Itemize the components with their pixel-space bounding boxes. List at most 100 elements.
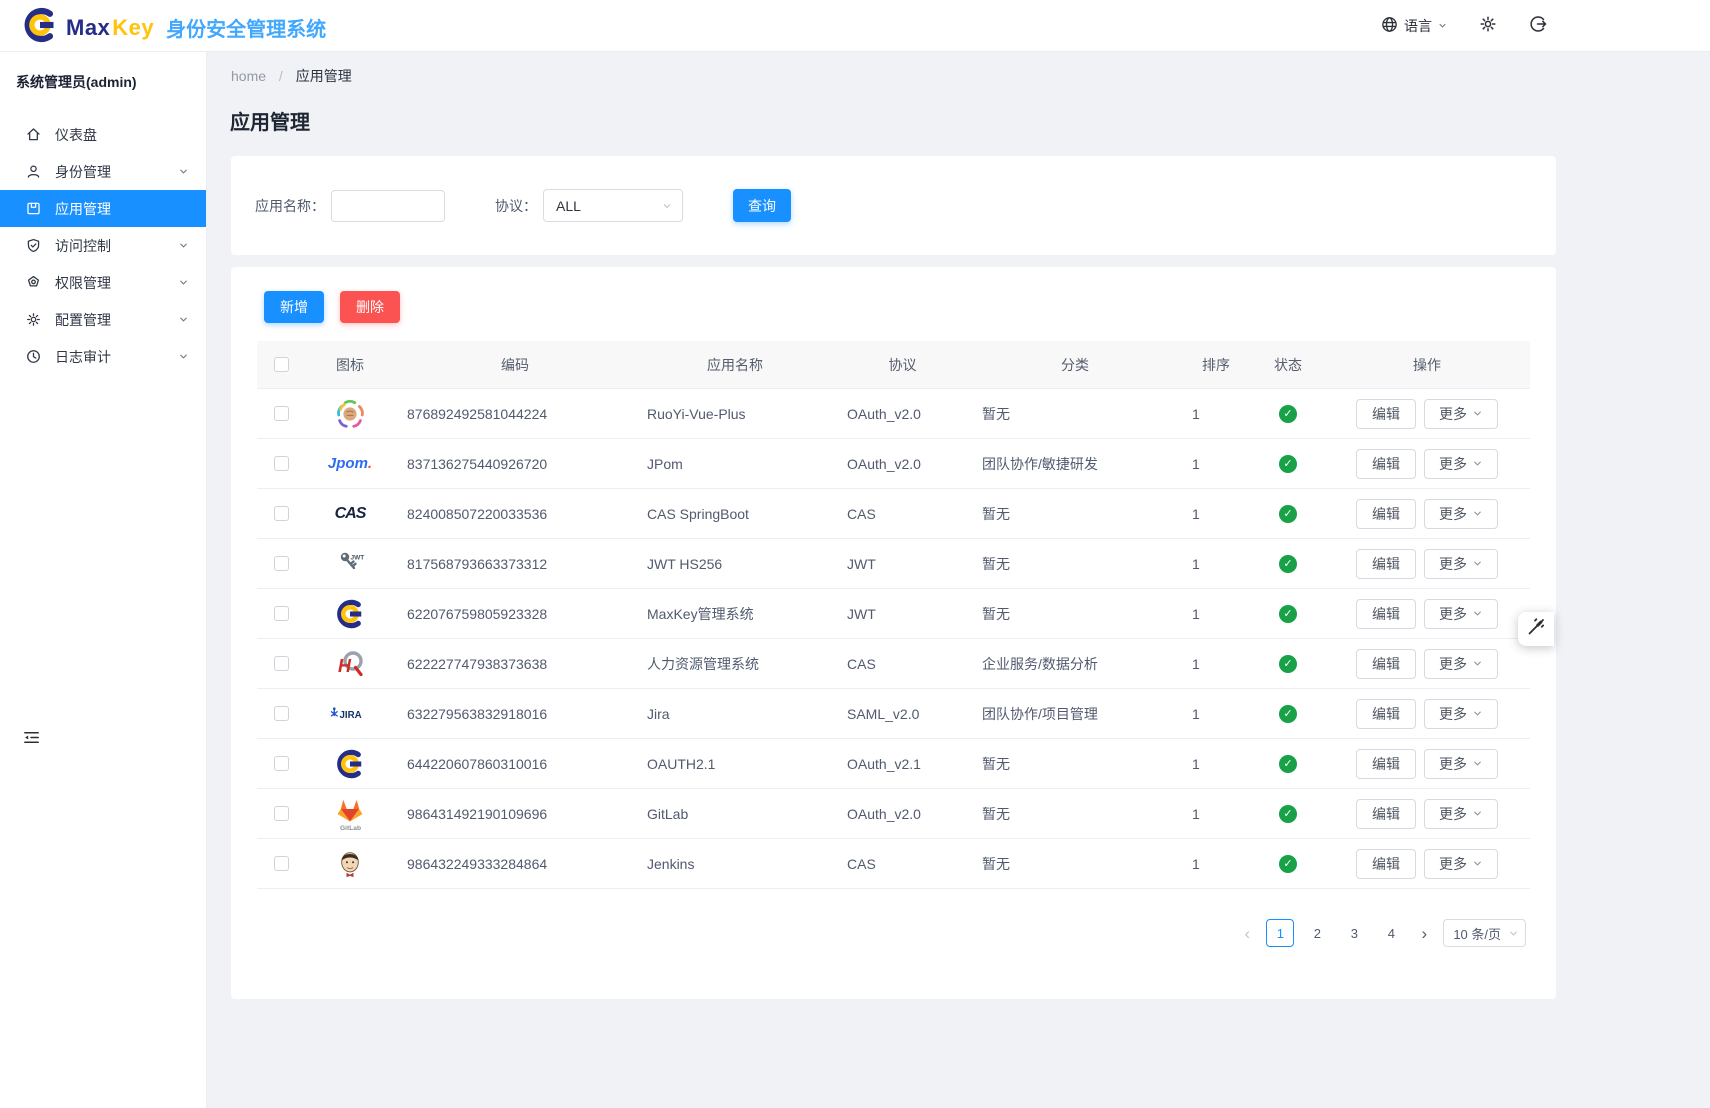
language-label: 语言 [1404,16,1432,36]
row-checkbox[interactable] [274,656,289,671]
sidebar-item-label: 权限管理 [55,273,111,293]
select-all-checkbox[interactable] [274,357,289,372]
brand[interactable]: Max Key 身份安全管理系统 [22,7,326,48]
app-code: 824008507220033536 [395,506,635,522]
edit-button[interactable]: 编辑 [1356,449,1416,479]
app-name: MaxKey管理系统 [635,604,835,624]
sidebar-item-shield[interactable]: 访问控制 [0,227,206,264]
language-menu[interactable]: 语言 [1380,15,1448,37]
chevron-down-icon [178,240,189,251]
row-checkbox[interactable] [274,556,289,571]
theme-tool-button[interactable] [1518,612,1554,646]
svg-text:H: H [338,656,352,676]
search-button[interactable]: 查询 [733,189,791,222]
app-code: 622227747938373638 [395,656,635,672]
more-button[interactable]: 更多 [1424,699,1498,729]
app-category: 暂无 [970,604,1180,624]
page-title: 应用管理 [230,106,1710,135]
app-table: 图标编码应用名称协议分类排序状态操作876892492581044224RuoY… [257,341,1530,889]
next-page-button[interactable]: › [1414,925,1434,942]
app-name: JPom [635,456,835,472]
app-sort: 1 [1180,406,1252,422]
sidebar-item-badge[interactable]: 权限管理 [0,264,206,301]
row-checkbox[interactable] [274,506,289,521]
sidebar-menu: 仪表盘身份管理应用管理访问控制权限管理配置管理日志审计 [0,116,206,375]
status-enabled-icon: ✓ [1279,855,1297,873]
chevron-down-icon [178,351,189,362]
table-panel: 新增 删除 图标编码应用名称协议分类排序状态操作8768924925810442… [231,267,1556,999]
sidebar-item-home[interactable]: 仪表盘 [0,116,206,153]
settings-button[interactable] [1478,14,1498,39]
app-protocol: JWT [835,606,970,622]
table-row: CAS824008507220033536CAS SpringBootCAS暂无… [257,489,1530,539]
row-checkbox[interactable] [274,706,289,721]
row-checkbox[interactable] [274,406,289,421]
breadcrumb-home[interactable]: home [231,68,266,84]
more-button[interactable]: 更多 [1424,849,1498,879]
jira-app-icon: JIRA [305,705,395,723]
home-icon [25,126,42,143]
row-checkbox[interactable] [274,606,289,621]
edit-button[interactable]: 编辑 [1356,599,1416,629]
page-size-select[interactable]: 10 条/页 [1443,919,1526,947]
more-button[interactable]: 更多 [1424,649,1498,679]
page-button-3[interactable]: 3 [1340,919,1368,947]
row-checkbox[interactable] [274,756,289,771]
row-checkbox[interactable] [274,856,289,871]
more-button[interactable]: 更多 [1424,399,1498,429]
more-button[interactable]: 更多 [1424,449,1498,479]
sidebar-item-label: 日志审计 [55,347,111,367]
breadcrumb: home / 应用管理 [231,66,1710,86]
app-protocol: OAuth_v2.0 [835,406,970,422]
svg-text:JWT: JWT [351,554,365,561]
more-button[interactable]: 更多 [1424,599,1498,629]
more-button[interactable]: 更多 [1424,549,1498,579]
row-checkbox[interactable] [274,806,289,821]
app-category: 企业服务/数据分析 [970,654,1180,674]
prev-page-button[interactable]: ‹ [1237,925,1257,942]
edit-button[interactable]: 编辑 [1356,399,1416,429]
more-button[interactable]: 更多 [1424,799,1498,829]
sidebar-item-user[interactable]: 身份管理 [0,153,206,190]
row-checkbox[interactable] [274,456,289,471]
app-code: 876892492581044224 [395,406,635,422]
protocol-select[interactable]: ALL [543,189,683,222]
table-row: 876892492581044224RuoYi-Vue-PlusOAuth_v2… [257,389,1530,439]
app-sort: 1 [1180,506,1252,522]
edit-button[interactable]: 编辑 [1356,649,1416,679]
sidebar-item-gear[interactable]: 配置管理 [0,301,206,338]
page-button-1[interactable]: 1 [1266,919,1294,947]
user-icon [25,163,42,180]
app-name: 人力资源管理系统 [635,654,835,674]
page-button-4[interactable]: 4 [1377,919,1405,947]
more-button[interactable]: 更多 [1424,749,1498,779]
more-button[interactable]: 更多 [1424,499,1498,529]
app-sort: 1 [1180,856,1252,872]
page-button-2[interactable]: 2 [1303,919,1331,947]
menu-fold-button[interactable] [22,728,41,752]
sidebar: 系统管理员(admin) 仪表盘身份管理应用管理访问控制权限管理配置管理日志审计 [0,52,207,1108]
sidebar-item-app[interactable]: 应用管理 [0,190,206,227]
ruoyi-app-icon [305,397,395,431]
edit-button[interactable]: 编辑 [1356,699,1416,729]
chevron-down-icon [661,200,673,212]
svg-text:JIRA: JIRA [340,710,362,721]
cas-app-icon: CAS [305,505,395,523]
app-name-input[interactable] [331,190,445,222]
chevron-down-icon [178,277,189,288]
table-row: 644220607860310016OAUTH2.1OAuth_v2.1暂无1✓… [257,739,1530,789]
delete-button[interactable]: 删除 [340,291,400,323]
edit-button[interactable]: 编辑 [1356,749,1416,779]
edit-button[interactable]: 编辑 [1356,499,1416,529]
logout-button[interactable] [1528,14,1548,39]
status-enabled-icon: ✓ [1279,805,1297,823]
maxkey-logo-icon [22,7,58,48]
edit-button[interactable]: 编辑 [1356,849,1416,879]
chevron-down-icon [1472,458,1483,469]
edit-button[interactable]: 编辑 [1356,799,1416,829]
app-category: 暂无 [970,504,1180,524]
sidebar-item-clock[interactable]: 日志审计 [0,338,206,375]
chevron-down-icon [1472,808,1483,819]
add-button[interactable]: 新增 [264,291,324,323]
edit-button[interactable]: 编辑 [1356,549,1416,579]
